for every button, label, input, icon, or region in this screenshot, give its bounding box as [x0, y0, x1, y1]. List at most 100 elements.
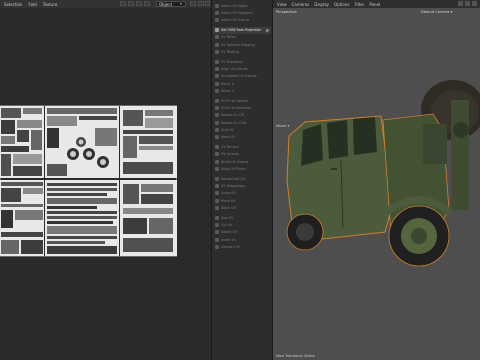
uv-tool-icon[interactable]	[136, 1, 142, 6]
uv-tool-icon[interactable]	[144, 1, 150, 6]
command-item[interactable]: Scale UV	[213, 190, 271, 197]
command-label: Move UV	[221, 198, 236, 203]
menu-filter[interactable]: Filter	[354, 2, 364, 7]
uv-tile	[45, 180, 119, 256]
viewport-icon[interactable]	[472, 1, 477, 6]
command-item[interactable]: Fit UV to Canvas	[213, 97, 271, 104]
command-icon	[215, 223, 219, 228]
command-item[interactable]: Move UV	[213, 197, 271, 204]
command-label: Break UV Seams	[221, 159, 249, 164]
command-icon	[215, 120, 219, 125]
command-icon	[215, 28, 219, 33]
command-item[interactable]: UV Relax	[213, 34, 271, 41]
command-item[interactable]: Snap UV Points	[213, 165, 271, 172]
uv-editor-panel[interactable]: Selection Fold Texture Object ▾	[0, 0, 211, 360]
command-item[interactable]: Cut UV	[213, 222, 271, 229]
command-icon	[215, 17, 219, 22]
command-item[interactable]: Grid UV	[213, 126, 271, 133]
command-label: Mirror U	[221, 81, 235, 86]
uv-tile	[120, 106, 177, 178]
command-item[interactable]: Invert UV	[213, 236, 271, 243]
command-label: Fit UV to Selection	[221, 106, 252, 111]
command-icon	[215, 49, 219, 54]
command-icon	[215, 10, 219, 15]
command-item[interactable]: Mirror U	[213, 80, 271, 87]
uv-tool-icon[interactable]	[190, 1, 196, 6]
command-item[interactable]: Select UV Edges	[213, 2, 271, 9]
command-item[interactable]: Rotate UV CW	[213, 112, 271, 119]
viewport-icon[interactable]	[458, 1, 463, 6]
command-icon	[215, 152, 219, 157]
command-item[interactable]: Convert UV	[213, 243, 271, 250]
menu-view[interactable]: View	[277, 2, 287, 7]
command-item[interactable]: UV Unwrap	[213, 151, 271, 158]
uv-tool-icon[interactable]	[128, 1, 134, 6]
command-item[interactable]: Select UV Polygons	[213, 9, 271, 16]
command-item[interactable]: Straighten UV Islands	[213, 73, 271, 80]
command-item[interactable]: Sew UV	[213, 214, 271, 221]
command-icon	[215, 42, 219, 47]
viewport-icon[interactable]	[465, 1, 470, 6]
truck-model[interactable]	[273, 60, 480, 300]
command-item[interactable]: Weld UV	[213, 133, 271, 140]
command-label: Sew UV	[221, 215, 234, 220]
menu-options[interactable]: Options	[334, 2, 349, 7]
uv-tile	[0, 106, 44, 178]
menu-fold[interactable]: Fold	[28, 2, 36, 7]
command-icon	[215, 134, 219, 139]
menu-display[interactable]: Display	[314, 2, 329, 7]
command-item[interactable]: Break UV Seams	[213, 158, 271, 165]
projection-label[interactable]: Perspective	[276, 10, 297, 14]
command-item[interactable]: UV Transform	[213, 58, 271, 65]
uv-tile	[120, 180, 177, 256]
uv-tool-icon[interactable]	[120, 1, 126, 6]
command-icon	[215, 244, 219, 249]
command-label: Stitch UV	[221, 205, 237, 210]
command-icon	[215, 88, 219, 93]
command-item[interactable]: Align UV Islands	[213, 66, 271, 73]
uv-tool-icon[interactable]	[198, 1, 204, 6]
command-icon	[215, 205, 219, 210]
3d-viewport[interactable]: View Cameras Display Options Filter Pane…	[273, 0, 480, 360]
command-icon	[215, 166, 219, 171]
command-item[interactable]: Rotate UV CCW	[213, 119, 271, 126]
uv-tile	[0, 180, 44, 256]
command-item[interactable]: UV Packing	[213, 48, 271, 55]
command-label: Grid UV	[221, 127, 234, 132]
menu-panel[interactable]: Panel	[369, 2, 380, 7]
menu-texture[interactable]: Texture	[43, 2, 58, 7]
command-icon	[215, 184, 219, 189]
command-item[interactable]: Select UV	[213, 229, 271, 236]
command-item[interactable]: UV Terrace	[213, 144, 271, 151]
command-icon	[215, 81, 219, 86]
command-label: UV Terrace	[221, 145, 239, 150]
camera-selector[interactable]: Default Camera ▾	[421, 10, 452, 14]
command-icon	[215, 198, 219, 203]
command-item[interactable]: Randomize UV	[213, 175, 271, 182]
command-item[interactable]: UV Optimal Mapping	[213, 41, 271, 48]
command-label: Rotate UV CCW	[221, 120, 247, 125]
command-icon	[215, 237, 219, 242]
command-item[interactable]: Set UVW from Projection ⚙	[213, 26, 271, 34]
command-item[interactable]: UV Retopology	[213, 183, 271, 190]
command-icon	[215, 98, 219, 103]
menu-cameras[interactable]: Cameras	[292, 2, 310, 7]
command-label: Select UV Polygons	[221, 10, 253, 15]
object-marker[interactable]: Mover ▾	[276, 124, 289, 128]
command-label: UV Packing	[221, 49, 240, 54]
gear-icon[interactable]: ⚙	[265, 28, 269, 33]
command-label: Cut UV	[221, 223, 233, 228]
command-item[interactable]: Fit UV to Selection	[213, 105, 271, 112]
command-icon	[215, 106, 219, 111]
menu-selection[interactable]: Selection	[4, 2, 22, 7]
command-item[interactable]: Mirror V	[213, 87, 271, 94]
command-label: Set UVW from Projection	[221, 28, 262, 33]
command-icon	[215, 145, 219, 150]
command-label: Snap UV Points	[221, 166, 246, 171]
command-item[interactable]: Stitch UV	[213, 204, 271, 211]
viewport-menubar: View Cameras Display Options Filter Pane…	[273, 0, 480, 8]
command-item[interactable]: Select UV Islands	[213, 16, 271, 23]
command-label: Convert UV	[221, 244, 240, 249]
command-label: Straighten UV Islands	[221, 74, 257, 79]
uv-tool-icon[interactable]	[205, 1, 210, 6]
